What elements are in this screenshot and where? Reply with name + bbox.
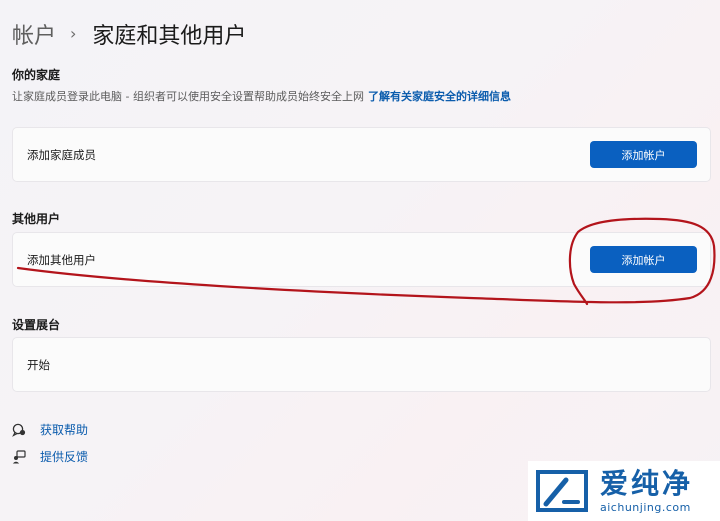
- add-other-account-button[interactable]: 添加帐户: [590, 246, 697, 273]
- family-section-heading: 你的家庭: [12, 68, 61, 82]
- watermark-title: 爱纯净: [600, 466, 694, 500]
- give-feedback-link[interactable]: 提供反馈: [12, 448, 88, 465]
- kiosk-row[interactable]: 开始: [12, 337, 711, 392]
- family-description: 让家庭成员登录此电脑 - 组织者可以使用安全设置帮助成员始终安全上网 了解有关家庭…: [12, 88, 511, 104]
- family-description-text: 让家庭成员登录此电脑 - 组织者可以使用安全设置帮助成员始终安全上网: [12, 90, 364, 103]
- add-other-user-row: 添加其他用户 添加帐户: [12, 232, 711, 287]
- kiosk-start-label: 开始: [27, 357, 50, 372]
- breadcrumb-accounts-link[interactable]: 帐户: [12, 18, 56, 50]
- add-family-member-label: 添加家庭成员: [27, 147, 96, 162]
- get-help-label: 获取帮助: [40, 423, 89, 437]
- add-family-member-row: 添加家庭成员 添加帐户: [12, 127, 711, 182]
- watermark: 爱纯净 aichunjing.com: [528, 461, 720, 521]
- get-help-link[interactable]: 获取帮助: [12, 421, 88, 438]
- give-feedback-label: 提供反馈: [40, 450, 89, 464]
- chevron-right-icon: ›: [70, 23, 77, 43]
- breadcrumb: 帐户 › 家庭和其他用户: [12, 18, 246, 50]
- add-other-user-label: 添加其他用户: [27, 252, 96, 267]
- page-title: 家庭和其他用户: [92, 24, 247, 49]
- family-safety-link[interactable]: 了解有关家庭安全的详细信息: [368, 90, 511, 103]
- feedback-icon: [12, 449, 26, 463]
- help-chat-icon: [12, 423, 26, 437]
- other-users-section-heading: 其他用户: [12, 212, 61, 226]
- watermark-url: aichunjing.com: [600, 500, 691, 514]
- kiosk-section-heading: 设置展台: [12, 318, 61, 332]
- add-family-account-button[interactable]: 添加帐户: [590, 141, 697, 168]
- brand-logo-icon: [536, 470, 588, 512]
